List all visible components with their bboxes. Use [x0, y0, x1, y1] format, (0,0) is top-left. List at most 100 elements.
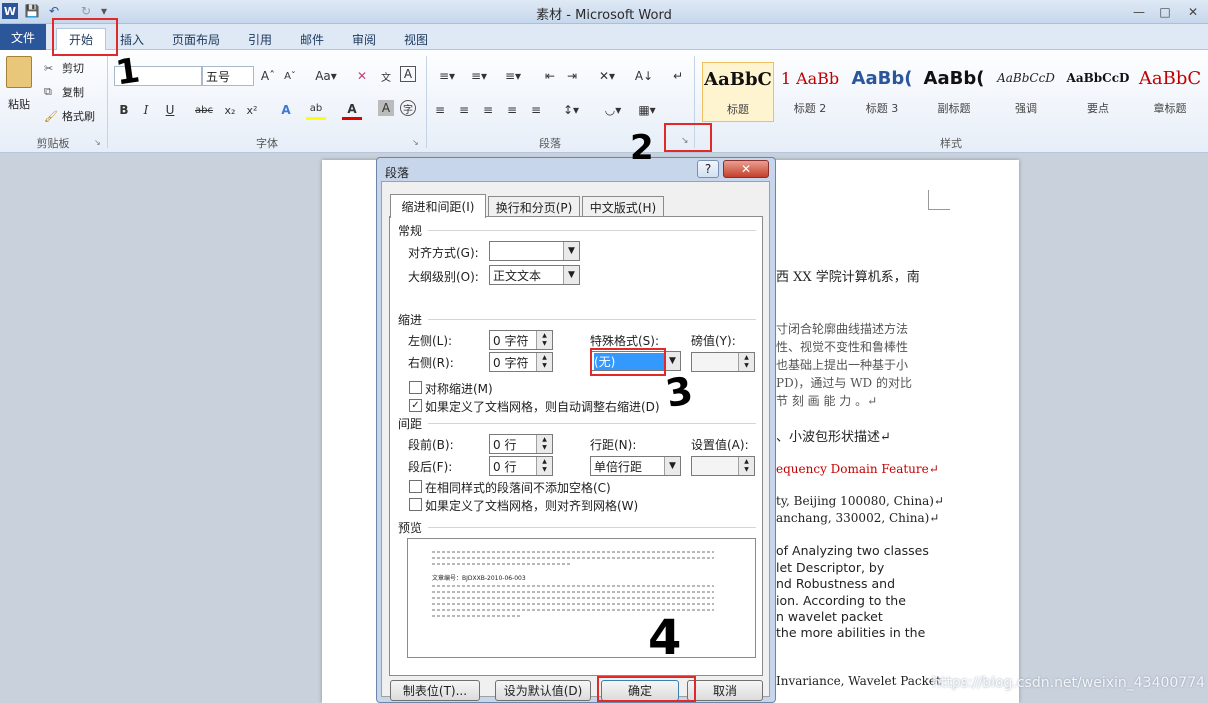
- at-label: 设置值(A):: [691, 438, 749, 452]
- borders-icon[interactable]: ▦▾: [634, 100, 660, 120]
- format-painter-button[interactable]: 🖌 格式刷: [44, 106, 95, 126]
- alignment-label: 对齐方式(G):: [408, 246, 479, 260]
- cut-button[interactable]: ✂ 剪切: [44, 58, 84, 78]
- style-tile[interactable]: AaBbCcD 强调: [990, 62, 1062, 122]
- style-tile[interactable]: AaBb( 标题 3: [846, 62, 918, 122]
- italic-icon[interactable]: I: [136, 100, 156, 120]
- spinner-arrows-icon[interactable]: ▲ ▼: [536, 457, 552, 475]
- tab-insert[interactable]: 插入: [112, 28, 152, 50]
- chinese-layout-icon[interactable]: ✕▾: [594, 66, 620, 86]
- cancel-button[interactable]: 取消: [687, 680, 763, 701]
- tab-file[interactable]: 文件: [0, 24, 46, 50]
- multilevel-list-icon[interactable]: ≡▾: [500, 66, 526, 86]
- maximize-icon[interactable]: □: [1152, 2, 1178, 21]
- line-spacing-select[interactable]: 单倍行距 ▼: [590, 456, 681, 476]
- scissors-icon: ✂: [44, 61, 54, 75]
- font-launcher-icon[interactable]: ↘: [412, 138, 419, 147]
- change-case-icon[interactable]: Aa▾: [312, 66, 340, 86]
- align-center-icon[interactable]: ≡: [454, 100, 474, 120]
- tab-asian-typography[interactable]: 中文版式(H): [582, 196, 664, 217]
- style-sample: AaBbCcD: [1066, 71, 1130, 85]
- char-border-icon[interactable]: A: [400, 66, 416, 82]
- section-spacing: 间距: [398, 417, 423, 431]
- set-default-button[interactable]: 设为默认值(D): [495, 680, 591, 701]
- shading-icon[interactable]: ◡▾: [600, 100, 626, 120]
- bullets-icon[interactable]: ≡▾: [434, 66, 460, 86]
- spinner-arrows-icon[interactable]: ▲ ▼: [738, 457, 754, 475]
- paste-icon: [6, 56, 32, 88]
- align-right-icon[interactable]: ≡: [478, 100, 498, 120]
- grow-font-icon[interactable]: Aˆ: [258, 66, 278, 86]
- tab-mailings[interactable]: 邮件: [292, 28, 332, 50]
- space-before-spinner[interactable]: 0 行 ▲ ▼: [489, 434, 553, 454]
- font-color-icon[interactable]: A: [342, 100, 362, 120]
- tab-line-page-breaks[interactable]: 换行和分页(P): [488, 196, 580, 217]
- spinner-arrows-icon[interactable]: ▲ ▼: [536, 353, 552, 371]
- spinner-arrows-icon[interactable]: ▲ ▼: [536, 331, 552, 349]
- by-spinner[interactable]: ▲ ▼: [691, 352, 755, 372]
- tab-view[interactable]: 视图: [396, 28, 436, 50]
- style-name: 要点: [1087, 102, 1109, 115]
- space-after-spinner[interactable]: 0 行 ▲ ▼: [489, 456, 553, 476]
- clear-format-icon[interactable]: ✕: [352, 66, 372, 86]
- tab-review[interactable]: 审阅: [344, 28, 384, 50]
- style-tile[interactable]: AaBbCcD 要点: [1062, 62, 1134, 122]
- paste-button[interactable]: 粘贴: [4, 56, 34, 124]
- snap-to-grid-label: 如果定义了文档网格，则对齐到网格(W): [425, 499, 639, 513]
- enclose-char-icon[interactable]: 字: [400, 100, 416, 116]
- outline-level-select[interactable]: 正文文本 ▼: [489, 265, 580, 285]
- tab-page-layout[interactable]: 页面布局: [166, 28, 226, 50]
- line-spacing-icon[interactable]: ↕▾: [558, 100, 584, 120]
- distributed-icon[interactable]: ≡: [526, 100, 546, 120]
- style-tile[interactable]: AaBbC 标题: [702, 62, 774, 122]
- char-shading-icon[interactable]: A: [378, 100, 394, 116]
- doc-text-line: ty, Beijing 100080, China)↵: [776, 494, 944, 508]
- shrink-font-icon[interactable]: Aˇ: [280, 66, 300, 86]
- style-tile[interactable]: 1 AaBb 标题 2: [774, 62, 846, 122]
- doc-text-line: 也基础上提出一种基于小: [776, 358, 909, 372]
- doc-text-line: 性、视觉不变性和鲁棒性: [776, 340, 909, 354]
- superscript-icon[interactable]: x²: [242, 100, 262, 120]
- left-indent-spinner[interactable]: 0 字符 ▲ ▼: [489, 330, 553, 350]
- numbering-icon[interactable]: ≡▾: [466, 66, 492, 86]
- clipboard-launcher-icon[interactable]: ↘: [94, 138, 101, 147]
- annotation-box-special-indent: [590, 348, 666, 376]
- strikethrough-icon[interactable]: abc: [194, 100, 214, 120]
- highlight-icon[interactable]: ab: [306, 100, 326, 120]
- annotation-box-paragraph-launcher: [664, 123, 712, 152]
- show-marks-icon[interactable]: ↵: [668, 66, 688, 86]
- underline-icon[interactable]: U: [160, 100, 180, 120]
- auto-adjust-indent-checkbox[interactable]: ✓: [409, 399, 422, 412]
- close-icon[interactable]: ✕: [1180, 2, 1206, 21]
- snap-to-grid-checkbox[interactable]: [409, 498, 422, 511]
- justify-icon[interactable]: ≡: [502, 100, 522, 120]
- help-button[interactable]: ?: [697, 160, 719, 178]
- tab-indent-spacing[interactable]: 缩进和间距(I): [390, 194, 486, 218]
- at-spinner[interactable]: ▲ ▼: [691, 456, 755, 476]
- sort-icon[interactable]: A↓: [634, 66, 654, 86]
- spinner-arrows-icon[interactable]: ▲ ▼: [738, 353, 754, 371]
- font-size-combo[interactable]: 五号: [202, 66, 254, 86]
- alignment-select[interactable]: ▼: [489, 241, 580, 261]
- preview-prev-line: [432, 557, 714, 559]
- spinner-arrows-icon[interactable]: ▲ ▼: [536, 435, 552, 453]
- tab-references[interactable]: 引用: [240, 28, 280, 50]
- style-tile[interactable]: AaBbC 章标题: [1134, 62, 1206, 122]
- decrease-indent-icon[interactable]: ⇤: [540, 66, 560, 86]
- tabs-button[interactable]: 制表位(T)...: [390, 680, 480, 701]
- copy-button[interactable]: ⧉ 复制: [44, 82, 84, 102]
- right-indent-spinner[interactable]: 0 字符 ▲ ▼: [489, 352, 553, 372]
- text-effects-icon[interactable]: A: [276, 100, 296, 120]
- phonetic-guide-icon[interactable]: 文: [376, 66, 396, 86]
- style-name: 标题 3: [865, 102, 899, 115]
- minimize-icon[interactable]: —: [1126, 2, 1152, 21]
- doc-text-line: ion. According to the: [776, 593, 906, 608]
- bold-icon[interactable]: B: [114, 100, 134, 120]
- mirror-indent-checkbox[interactable]: [409, 381, 422, 394]
- align-left-icon[interactable]: ≡: [430, 100, 450, 120]
- subscript-icon[interactable]: x₂: [220, 100, 240, 120]
- style-tile[interactable]: AaBb( 副标题: [918, 62, 990, 122]
- dialog-close-button[interactable]: ✕: [723, 160, 769, 178]
- no-space-same-style-checkbox[interactable]: [409, 480, 422, 493]
- increase-indent-icon[interactable]: ⇥: [562, 66, 582, 86]
